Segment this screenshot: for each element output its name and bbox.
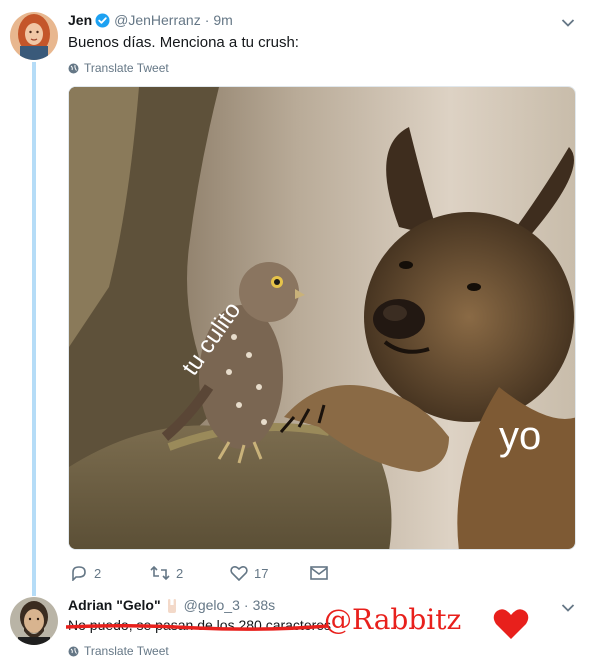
meme-caption-right: yo bbox=[499, 414, 541, 458]
like-count: 17 bbox=[254, 565, 269, 581]
separator-dot: · bbox=[243, 597, 249, 613]
translate-tweet-link[interactable]: Translate Tweet bbox=[68, 61, 169, 75]
tweet-timestamp[interactable]: 9m bbox=[213, 12, 232, 28]
reply-tweet[interactable]: Adrian "Gelo" @gelo_3 · 38s No puedo, se… bbox=[0, 595, 591, 669]
rock-hand-emoji-icon bbox=[164, 598, 180, 613]
retweet-button[interactable]: 2 bbox=[150, 565, 230, 581]
direct-message-button[interactable] bbox=[310, 566, 390, 580]
author-handle[interactable]: @JenHerranz bbox=[114, 12, 201, 28]
tweet-actions: 2 2 17 bbox=[70, 562, 390, 584]
reply-count: 2 bbox=[94, 565, 102, 581]
tweet-header: Jen @JenHerranz · 9m bbox=[68, 10, 233, 30]
translate-tweet-link[interactable]: Translate Tweet bbox=[68, 644, 169, 658]
tweet-media-image[interactable]: tu culito yo bbox=[68, 86, 576, 550]
separator-dot: · bbox=[204, 12, 210, 28]
tweet-text: Buenos días. Menciona a tu crush: bbox=[68, 34, 299, 51]
red-heart-icon bbox=[493, 609, 529, 639]
avatar[interactable] bbox=[10, 12, 58, 60]
globe-icon bbox=[68, 646, 79, 657]
tweet-timestamp[interactable]: 38s bbox=[253, 597, 276, 613]
author-handle[interactable]: @gelo_3 bbox=[184, 597, 240, 613]
translate-label: Translate Tweet bbox=[84, 61, 169, 75]
globe-icon bbox=[68, 63, 79, 74]
heart-icon bbox=[230, 565, 248, 581]
envelope-icon bbox=[310, 566, 328, 580]
reply-button[interactable]: 2 bbox=[70, 565, 150, 581]
translate-label: Translate Tweet bbox=[84, 644, 169, 658]
red-strikethrough-scribble bbox=[66, 623, 328, 631]
chevron-down-icon[interactable] bbox=[561, 15, 575, 27]
like-button[interactable]: 17 bbox=[230, 565, 310, 581]
chevron-down-icon[interactable] bbox=[561, 600, 575, 612]
author-name[interactable]: Adrian "Gelo" bbox=[68, 597, 161, 613]
tweet-header: Adrian "Gelo" @gelo_3 · 38s bbox=[68, 595, 275, 615]
verified-icon bbox=[95, 13, 110, 28]
retweet-icon bbox=[150, 565, 170, 581]
handwritten-mention: @Rabbitz bbox=[324, 603, 462, 636]
tweet[interactable]: Jen @JenHerranz · 9m Buenos días. Mencio… bbox=[0, 0, 591, 595]
author-name[interactable]: Jen bbox=[68, 12, 92, 28]
reply-icon bbox=[72, 566, 86, 581]
retweet-count: 2 bbox=[176, 565, 184, 581]
